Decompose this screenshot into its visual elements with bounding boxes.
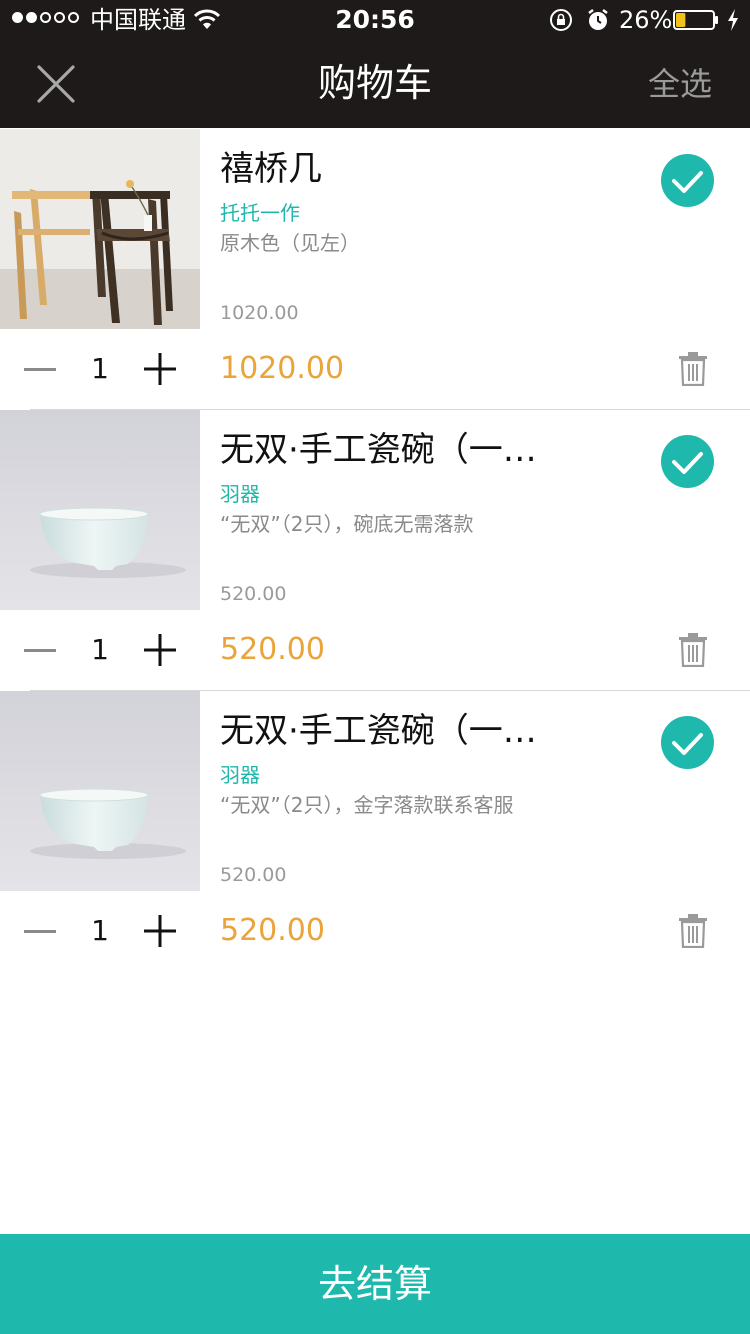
- minus-icon[interactable]: [22, 628, 58, 672]
- line-total: 520.00: [220, 632, 325, 667]
- product-spec: 原木色（见左）: [220, 231, 360, 255]
- status-bar: 中国联通 20:56 26%: [0, 0, 750, 40]
- product-maker: 羽器: [220, 482, 260, 506]
- plus-icon[interactable]: [142, 913, 178, 949]
- wooden-table-image: [0, 129, 200, 329]
- plus-icon[interactable]: [142, 632, 178, 668]
- select-all-button[interactable]: 全选: [648, 64, 712, 104]
- quantity-value: 1: [91, 352, 109, 385]
- minus-icon[interactable]: [22, 347, 58, 391]
- page-title: 购物车: [317, 61, 432, 105]
- product-image[interactable]: [0, 129, 200, 329]
- selected-check-icon[interactable]: [661, 154, 714, 207]
- charging-icon: [728, 9, 738, 31]
- porcelain-bowl-image: [0, 410, 200, 610]
- plus-icon[interactable]: [142, 351, 178, 387]
- product-name[interactable]: 禧桥几: [220, 147, 620, 191]
- unit-price: 520.00: [220, 864, 287, 886]
- product-image[interactable]: [0, 691, 200, 891]
- unit-price: 1020.00: [220, 302, 299, 324]
- cart-item: 无双·手工瓷碗（一… 羽器 “无双”（2只），金字落款联系客服 520.00 1…: [0, 691, 750, 972]
- cart-list: 禧桥几 托托一作 原木色（见左） 1020.00 1 1020.00 无双·手工…: [0, 129, 750, 972]
- nav-bar: 购物车 全选: [0, 40, 750, 128]
- product-image[interactable]: [0, 410, 200, 610]
- product-spec: “无双”（2只），金字落款联系客服: [220, 793, 514, 817]
- product-maker: 托托一作: [220, 201, 300, 225]
- selected-check-icon[interactable]: [661, 716, 714, 769]
- cart-item: 无双·手工瓷碗（一… 羽器 “无双”（2只），碗底无需落款 520.00 1 5…: [0, 410, 750, 691]
- product-spec: “无双”（2只），碗底无需落款: [220, 512, 474, 536]
- line-total: 1020.00: [220, 351, 345, 386]
- trash-icon[interactable]: [678, 352, 708, 386]
- quantity-value: 1: [91, 633, 109, 666]
- quantity-value: 1: [91, 914, 109, 947]
- minus-icon[interactable]: [22, 909, 58, 953]
- checkout-button[interactable]: 去结算: [0, 1234, 750, 1334]
- rotation-lock-icon: [550, 9, 572, 31]
- product-maker: 羽器: [220, 763, 260, 787]
- unit-price: 520.00: [220, 583, 287, 605]
- trash-icon[interactable]: [678, 633, 708, 667]
- battery-icon: [673, 10, 718, 30]
- alarm-icon: [588, 9, 608, 30]
- top-bar: 中国联通 20:56 26% 购物车 全选: [0, 0, 750, 128]
- cart-item: 禧桥几 托托一作 原木色（见左） 1020.00 1 1020.00: [0, 129, 750, 410]
- trash-icon[interactable]: [678, 914, 708, 948]
- product-name[interactable]: 无双·手工瓷碗（一…: [220, 709, 620, 753]
- line-total: 520.00: [220, 913, 325, 948]
- porcelain-bowl-image: [0, 691, 200, 891]
- product-name[interactable]: 无双·手工瓷碗（一…: [220, 428, 620, 472]
- battery-percent: 26%: [619, 6, 673, 34]
- selected-check-icon[interactable]: [661, 435, 714, 488]
